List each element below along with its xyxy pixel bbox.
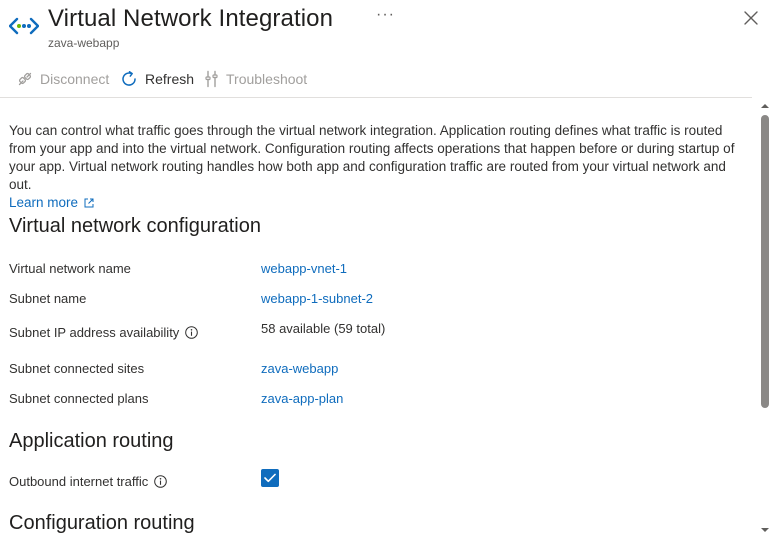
configuration-routing-heading: Configuration routing — [9, 512, 195, 534]
outbound-traffic-checkbox[interactable] — [261, 469, 279, 487]
disconnect-label: Disconnect — [40, 71, 110, 87]
scroll-up-arrow-icon[interactable] — [760, 101, 770, 111]
unlink-icon — [18, 72, 32, 86]
subnet-ip-availability-value: 58 available (59 total) — [261, 321, 386, 336]
subnet-connected-plans-label: Subnet connected plans — [9, 391, 149, 406]
info-icon[interactable] — [185, 326, 199, 339]
refresh-button[interactable]: Refresh — [120, 68, 194, 90]
outbound-traffic-label: Outbound internet traffic — [9, 474, 168, 489]
scroll-down-arrow-icon[interactable] — [760, 525, 770, 535]
vnet-name-label: Virtual network name — [9, 261, 131, 276]
subnet-name-link[interactable]: webapp-1-subnet-2 — [261, 291, 373, 306]
learn-more-link[interactable]: Learn more — [9, 194, 94, 212]
resource-name: zava-webapp — [48, 36, 120, 50]
vnet-config-heading: Virtual network configuration — [9, 215, 261, 237]
vnet-integration-icon — [9, 17, 39, 35]
subnet-connected-plans-link[interactable]: zava-app-plan — [261, 391, 343, 406]
subnet-name-label: Subnet name — [9, 291, 87, 306]
subnet-connected-sites-label: Subnet connected sites — [9, 361, 145, 376]
subnet-ip-availability-label: Subnet IP address availability — [9, 325, 199, 340]
learn-more-label: Learn more — [9, 195, 79, 210]
intro-section: You can control what traffic goes throug… — [9, 122, 749, 212]
command-bar: Disconnect Refresh Troubleshoot — [0, 62, 752, 98]
application-routing-heading: Application routing — [9, 430, 174, 452]
subnet-connected-sites-link[interactable]: zava-webapp — [261, 361, 338, 376]
page-title: Virtual Network Integration — [48, 5, 334, 32]
refresh-label: Refresh — [145, 71, 195, 87]
troubleshoot-label: Troubleshoot — [226, 71, 308, 87]
more-options-button[interactable]: ··· — [376, 6, 395, 24]
refresh-icon — [122, 71, 136, 86]
checkmark-icon — [264, 473, 276, 483]
wrench-icon — [205, 70, 218, 88]
disconnect-button[interactable]: Disconnect — [17, 68, 109, 90]
scrollbar-thumb[interactable] — [761, 115, 769, 408]
intro-text: You can control what traffic goes throug… — [9, 122, 749, 212]
vnet-name-link[interactable]: webapp-vnet-1 — [261, 261, 347, 276]
info-icon[interactable] — [154, 475, 168, 488]
subnet-ip-availability-text: Subnet IP address availability — [9, 325, 180, 340]
blade-header: Virtual Network Integration ··· zava-web… — [0, 0, 772, 58]
close-icon[interactable] — [742, 9, 760, 27]
troubleshoot-button[interactable]: Troubleshoot — [205, 68, 307, 90]
outbound-traffic-text: Outbound internet traffic — [9, 474, 149, 489]
intro-description: You can control what traffic goes throug… — [9, 123, 735, 192]
external-link-icon — [84, 198, 94, 208]
